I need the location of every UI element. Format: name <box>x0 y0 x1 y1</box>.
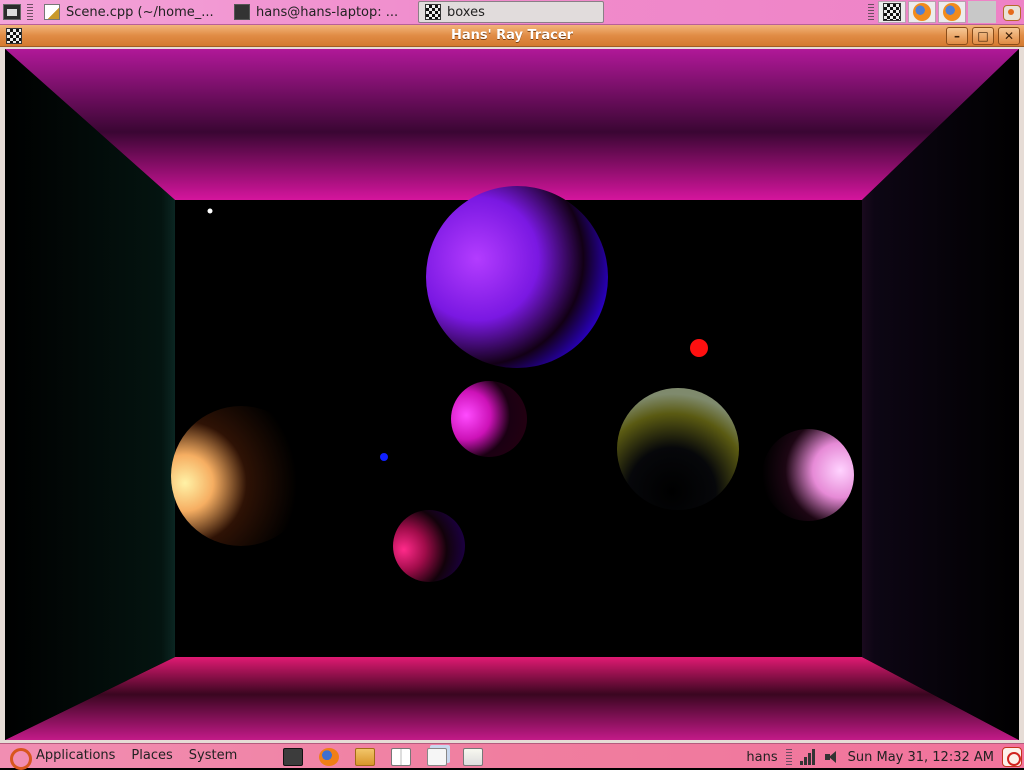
launcher-windows[interactable] <box>424 747 450 767</box>
text-editor-icon <box>44 4 60 20</box>
ubuntu-logo-icon[interactable] <box>8 747 32 770</box>
tray-item-firefox-2[interactable] <box>938 1 966 23</box>
firefox-icon <box>319 748 339 766</box>
blank-icon <box>971 1 993 23</box>
purple-sphere <box>426 186 608 368</box>
launcher-files[interactable] <box>352 747 378 767</box>
close-button[interactable]: ✕ <box>998 27 1020 45</box>
launcher-terminal[interactable] <box>280 747 306 767</box>
task-scene-cpp[interactable]: Scene.cpp (~/home_... <box>38 1 224 23</box>
launcher-notes[interactable] <box>460 747 486 767</box>
panel-grip-handle[interactable] <box>785 749 792 765</box>
task-label: hans@hans-laptop: ... <box>256 4 399 20</box>
windows-icon <box>427 748 447 766</box>
help-book-icon <box>391 748 411 766</box>
terminal-icon <box>283 748 303 766</box>
network-signal-icon[interactable] <box>799 749 816 765</box>
orange-sphere <box>171 406 311 546</box>
task-terminal[interactable]: hans@hans-laptop: ... <box>228 1 414 23</box>
task-label: boxes <box>447 4 485 20</box>
launcher-help[interactable] <box>388 747 414 767</box>
tray-item-firefox[interactable] <box>908 1 936 23</box>
checker-icon <box>425 4 441 20</box>
ray-traced-scene <box>5 49 1019 740</box>
tray-item-checker[interactable] <box>878 1 906 23</box>
panel-grip-handle[interactable] <box>27 4 33 20</box>
user-name[interactable]: hans <box>746 750 777 765</box>
menu-places[interactable]: Places <box>131 748 172 763</box>
crimson-sphere <box>393 510 465 582</box>
ray-tracer-window: Hans' Ray Tracer – □ ✕ <box>0 25 1024 743</box>
clock[interactable]: Sun May 31, 12:32 AM <box>848 750 994 765</box>
launcher-firefox[interactable] <box>316 747 342 767</box>
terminal-icon <box>234 4 250 20</box>
minimize-button[interactable]: – <box>946 27 968 45</box>
top-panel: Scene.cpp (~/home_... hans@hans-laptop: … <box>0 0 1024 25</box>
task-boxes[interactable]: boxes <box>418 1 604 23</box>
floor-surface <box>5 657 1019 740</box>
magenta-sphere <box>451 381 527 457</box>
olive-sphere <box>617 388 739 510</box>
red-light-point <box>690 339 708 357</box>
window-list: Scene.cpp (~/home_... hans@hans-laptop: … <box>38 1 604 23</box>
task-label: Scene.cpp (~/home_... <box>66 4 214 20</box>
shutdown-icon[interactable] <box>1002 747 1022 767</box>
white-light-point <box>207 208 213 214</box>
checker-icon <box>883 3 901 21</box>
launcher-bar <box>280 747 486 767</box>
bottom-panel: Applications Places System hans Sun May … <box>0 743 1024 770</box>
window-titlebar[interactable]: Hans' Ray Tracer – □ ✕ <box>0 25 1024 47</box>
maximize-button[interactable]: □ <box>972 27 994 45</box>
ceiling-surface <box>5 49 1019 200</box>
folder-icon <box>355 748 375 766</box>
render-canvas <box>5 49 1019 740</box>
menu-system[interactable]: System <box>189 748 237 763</box>
notification-tray <box>878 1 996 23</box>
firefox-icon <box>943 3 961 21</box>
firefox-icon <box>913 3 931 21</box>
tray-item-blank[interactable] <box>968 1 996 23</box>
show-desktop-icon[interactable] <box>3 4 21 20</box>
notes-icon <box>463 748 483 766</box>
blue-light-point <box>380 453 388 461</box>
window-title: Hans' Ray Tracer <box>450 28 574 43</box>
menu-applications[interactable]: Applications <box>36 748 115 763</box>
panel-grip-handle[interactable] <box>868 4 874 20</box>
pink-sphere <box>762 429 854 521</box>
volume-icon[interactable] <box>824 749 840 765</box>
fast-user-switch-icon[interactable] <box>1000 2 1022 22</box>
